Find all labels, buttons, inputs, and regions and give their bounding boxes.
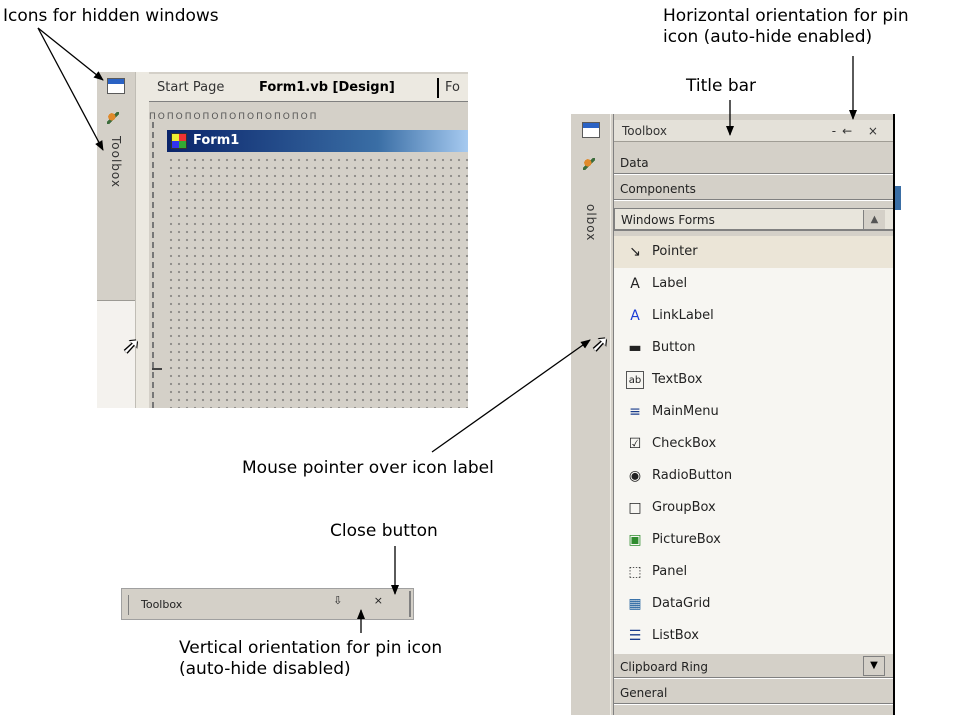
tool-item-button[interactable]: ▬ Button [614, 332, 894, 364]
tool-label: CheckBox [652, 436, 717, 451]
groupbox-icon: □ [628, 500, 642, 516]
solution-explorer-icon[interactable] [582, 122, 600, 138]
tool-label: TextBox [652, 372, 703, 387]
solution-explorer-icon[interactable] [107, 78, 125, 94]
tool-label: Pointer [652, 244, 698, 259]
docked-title-buttons[interactable]: ⇩ × [333, 594, 397, 607]
category-windows-forms-label: Windows Forms [621, 213, 715, 227]
checkbox-icon: ☑ [628, 436, 642, 452]
tool-label: LinkLabel [652, 308, 714, 323]
design-ruler-hook [152, 368, 162, 370]
annotation-title-bar: Title bar [686, 76, 757, 96]
category-general[interactable]: General [614, 682, 894, 705]
picturebox-icon: ▣ [628, 532, 642, 548]
annotation-horizontal-pin-line2: icon (auto-hide enabled) [663, 27, 873, 48]
tool-label: ListBox [652, 628, 699, 643]
docked-title-right-border [409, 591, 413, 617]
tool-item-groupbox[interactable]: □ GroupBox [614, 492, 894, 524]
tool-label: Button [652, 340, 696, 355]
annotation-vertical-pin: Vertical orientation for pin icon (auto-… [179, 638, 442, 681]
category-clipboard-ring[interactable]: Clipboard Ring [614, 656, 894, 679]
listbox-icon: ☰ [628, 628, 642, 644]
linklabel-icon: A [630, 308, 640, 324]
toolbox-icon[interactable] [581, 156, 599, 172]
annotation-mouse-pointer: Mouse pointer over icon label [242, 458, 494, 478]
tool-item-radiobutton[interactable]: ◉ RadioButton [614, 460, 894, 492]
tool-label: PictureBox [652, 532, 721, 547]
annotation-close-button: Close button [330, 521, 438, 541]
label-icon: A [630, 276, 640, 292]
ide-design-view: Toolbox Start Page Form1.vb [Design] Fo … [97, 72, 468, 408]
category-windows-forms[interactable]: Windows Forms ▲ [614, 208, 894, 231]
annotation-icons-hidden: Icons for hidden windows [3, 6, 219, 26]
tool-item-linklabel[interactable]: A LinkLabel [614, 300, 894, 332]
tab-start-page[interactable]: Start Page [157, 80, 224, 95]
tool-item-datagrid[interactable]: ▦ DataGrid [614, 588, 894, 620]
datagrid-icon: ▦ [628, 596, 642, 612]
toolbox-icon[interactable] [105, 110, 123, 126]
scroll-up-button[interactable]: ▲ [863, 210, 885, 229]
toolbox-title: Toolbox [622, 124, 667, 138]
tab-form-design[interactable]: Form1.vb [Design] [259, 80, 395, 95]
toolbox-panel: Toolbox -← × Data Components Windows For… [613, 114, 894, 715]
toolbox-side-label[interactable]: Toolbox [109, 136, 123, 188]
document-tabs: Start Page Form1.vb [Design] Fo [149, 74, 468, 102]
toolbox-window: olbox ➚ Toolbox -← × Data Components Win… [571, 114, 901, 715]
category-data[interactable]: Data [614, 152, 894, 175]
tool-item-checkbox[interactable]: ☑ CheckBox [614, 428, 894, 460]
tool-label: GroupBox [652, 500, 716, 515]
toolbox-title-bar[interactable]: Toolbox -← × [614, 120, 894, 142]
tool-item-textbox[interactable]: ab TextBox [614, 364, 894, 396]
tab-separator [437, 78, 439, 98]
form-grid[interactable] [167, 156, 468, 408]
toolbox-gutter: olbox ➚ [571, 114, 611, 715]
arrow-to-hidden-icon-top [37, 27, 104, 81]
arrow-to-hidden-icon-side [37, 27, 104, 151]
tool-label: DataGrid [652, 596, 711, 611]
mainmenu-icon: ≡ [629, 404, 641, 420]
mouse-pointer-icon: ➚ [591, 332, 610, 357]
tool-label: RadioButton [652, 468, 733, 483]
toolbox-side-label[interactable]: olbox [584, 204, 598, 241]
tab-form-code[interactable]: Fo [445, 80, 460, 95]
annotation-horizontal-pin-line1: Horizontal orientation for pin [663, 6, 909, 26]
form-designer[interactable]: Form1 [167, 130, 468, 408]
docked-title-bar[interactable]: Toolbox ⇩ × [121, 588, 414, 620]
toolbox-title-buttons[interactable]: -← × [832, 120, 884, 142]
form-title: Form1 [193, 133, 240, 148]
annotation-vertical-pin-line2: (auto-hide disabled) [179, 659, 351, 680]
design-ruler: ПОПОПОПОПОПОПОПОПОП [149, 112, 319, 122]
tool-item-listbox[interactable]: ☰ ListBox [614, 620, 894, 652]
pointer-icon: ↘ [629, 244, 641, 260]
tool-item-pointer[interactable]: ↘ Pointer [614, 236, 894, 268]
tool-item-picturebox[interactable]: ▣ PictureBox [614, 524, 894, 556]
design-ruler-vertical [152, 122, 154, 408]
form-icon [171, 133, 187, 149]
category-components[interactable]: Components [614, 178, 894, 201]
tool-item-panel[interactable]: ⬚ Panel [614, 556, 894, 588]
designer-selection-edge [895, 186, 901, 210]
mouse-pointer-icon: ➚ [122, 334, 141, 359]
tool-label: MainMenu [652, 404, 719, 419]
tool-list: ↘ Pointer A Label A LinkLabel ▬ Button ab Tex… [614, 236, 894, 654]
form-title-bar[interactable]: Form1 [167, 130, 468, 152]
button-icon: ▬ [628, 340, 642, 356]
scroll-down-button[interactable]: ▼ [863, 656, 885, 676]
textbox-icon: ab [626, 371, 644, 389]
tool-label: Panel [652, 564, 688, 579]
tool-item-label[interactable]: A Label [614, 268, 894, 300]
annotation-vertical-pin-line1: Vertical orientation for pin icon [179, 638, 443, 658]
panel-icon: ⬚ [628, 564, 642, 580]
tool-label: Label [652, 276, 688, 291]
annotation-horizontal-pin: Horizontal orientation for pin icon (aut… [663, 6, 909, 49]
radiobutton-icon: ◉ [628, 468, 642, 484]
tool-item-mainmenu[interactable]: ≡ MainMenu [614, 396, 894, 428]
